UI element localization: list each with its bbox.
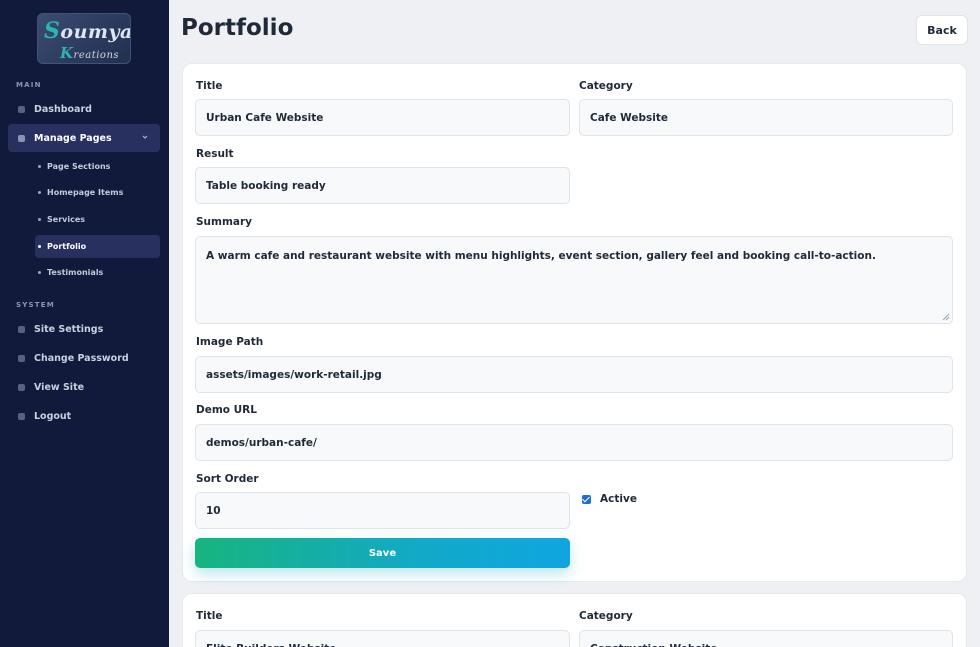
logout-icon <box>18 412 25 420</box>
bullet-icon <box>38 245 41 248</box>
resize-handle-icon[interactable] <box>942 313 950 321</box>
sidebar-item-label: View Site <box>34 381 85 393</box>
summary-label: Summary <box>196 216 253 228</box>
settings-icon <box>18 325 25 333</box>
category-label: Category <box>579 80 633 92</box>
section-label-main: MAIN <box>16 81 42 89</box>
bullet-icon <box>38 218 41 221</box>
active-label[interactable]: Active <box>600 493 637 505</box>
bullet-icon <box>38 165 41 168</box>
brand-logo[interactable]: Soumya Kreations <box>37 13 131 64</box>
bullet-icon <box>38 271 41 274</box>
title-field[interactable]: Urban Cafe Website <box>195 99 570 136</box>
sidebar-item-label: Site Settings <box>34 323 104 335</box>
dashboard-icon <box>18 105 25 113</box>
back-button[interactable]: Back <box>916 15 968 45</box>
demo-url-field[interactable]: demos/urban-cafe/ <box>195 424 953 461</box>
sort-order-label: Sort Order <box>196 473 259 485</box>
image-path-field[interactable]: assets/images/work-retail.jpg <box>195 356 953 393</box>
bullet-icon <box>38 191 41 194</box>
external-link-icon <box>18 383 25 391</box>
chevron-down-icon <box>142 135 148 139</box>
sidebar-item-view-site[interactable]: View Site <box>8 373 160 401</box>
sidebar-subitem-services[interactable]: Services <box>35 208 160 231</box>
title-field-2[interactable]: Elite Builders Website <box>195 630 570 647</box>
sidebar-item-label: Change Password <box>34 352 129 364</box>
sidebar: Soumya Kreations MAIN Dashboard Manage P… <box>0 0 169 647</box>
sidebar-item-logout[interactable]: Logout <box>8 402 160 430</box>
sidebar-subitem-homepage-items[interactable]: Homepage Items <box>35 181 160 204</box>
sidebar-item-manage-pages[interactable]: Manage Pages <box>8 124 160 152</box>
sidebar-item-site-settings[interactable]: Site Settings <box>8 315 160 343</box>
sidebar-item-change-password[interactable]: Change Password <box>8 344 160 372</box>
sidebar-item-dashboard[interactable]: Dashboard <box>8 95 160 123</box>
lock-icon <box>18 354 25 362</box>
category-label-2: Category <box>579 610 633 622</box>
page-title: Portfolio <box>181 15 294 41</box>
sidebar-subitem-portfolio[interactable]: Portfolio <box>35 235 160 258</box>
sidebar-item-label: Dashboard <box>34 103 92 115</box>
category-field-2[interactable]: Construction Website <box>579 630 953 647</box>
save-button[interactable]: Save <box>195 538 570 568</box>
summary-textarea[interactable]: A warm cafe and restaurant website with … <box>195 236 953 324</box>
pages-icon <box>18 134 25 142</box>
sidebar-subitem-testimonials[interactable]: Testimonials <box>35 261 160 284</box>
logo-subtitle: Kreations <box>60 44 120 62</box>
demo-url-label: Demo URL <box>196 404 257 416</box>
active-checkbox[interactable] <box>582 495 591 504</box>
result-field[interactable]: Table booking ready <box>195 167 570 204</box>
sidebar-subitem-page-sections[interactable]: Page Sections <box>35 155 160 178</box>
sort-order-field[interactable]: 10 <box>195 492 570 529</box>
result-label: Result <box>196 148 234 160</box>
image-path-label: Image Path <box>196 336 264 348</box>
sidebar-item-label: Logout <box>34 410 72 422</box>
sidebar-item-label: Manage Pages <box>34 132 112 144</box>
title-label-2: Title <box>196 610 223 622</box>
summary-text: A warm cafe and restaurant website with … <box>206 250 876 262</box>
logo-wordmark: Soumya <box>44 18 131 44</box>
title-label: Title <box>196 80 223 92</box>
section-label-system: SYSTEM <box>16 301 55 309</box>
category-field[interactable]: Cafe Website <box>579 99 953 136</box>
